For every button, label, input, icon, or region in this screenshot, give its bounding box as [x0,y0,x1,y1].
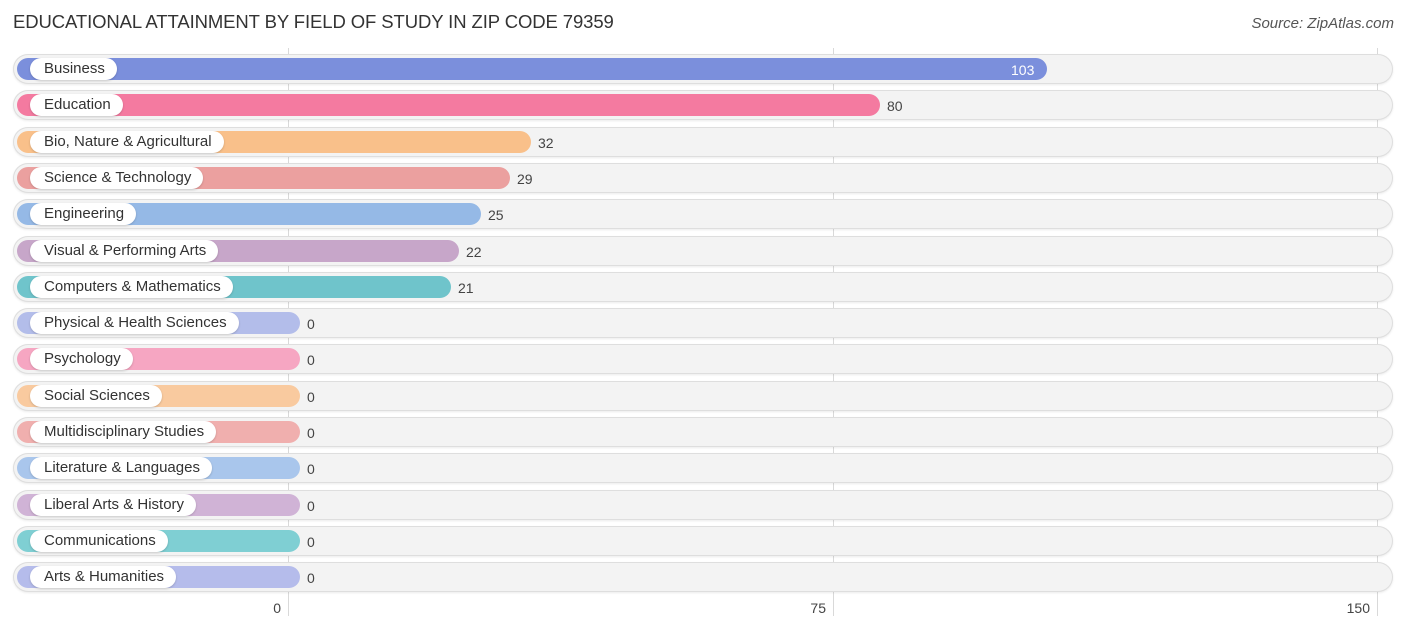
value-label: 0 [307,498,315,514]
category-label: Science & Technology [30,167,204,189]
value-label: 80 [887,98,903,114]
value-label: 0 [307,352,315,368]
bar[interactable] [17,58,1047,80]
value-label: 0 [307,425,315,441]
value-label: 25 [488,207,504,223]
category-label: Communications [30,530,168,552]
value-label: 103 [1011,62,1035,78]
value-label: 0 [307,534,315,550]
value-label: 32 [538,135,554,151]
category-label: Multidisciplinary Studies [30,421,217,443]
category-label: Bio, Nature & Agricultural [30,131,224,153]
value-label: 21 [458,280,474,296]
x-tick-label: 150 [1346,600,1370,616]
category-label: Psychology [30,348,133,370]
category-label: Visual & Performing Arts [30,240,219,262]
x-tick-label: 75 [810,600,826,616]
value-label: 0 [307,461,315,477]
value-label: 22 [466,244,482,260]
bar[interactable] [17,94,880,116]
category-label: Literature & Languages [30,457,212,479]
category-label: Arts & Humanities [30,566,177,588]
value-label: 0 [307,316,315,332]
category-label: Education [30,94,123,116]
category-label: Social Sciences [30,385,162,407]
x-tick-label: 0 [273,600,281,616]
bar-chart: 0 75 150 Business 103 Education 80 Bio, Nature … [0,0,1406,631]
value-label: 0 [307,570,315,586]
value-label: 0 [307,389,315,405]
category-label: Computers & Mathematics [30,276,233,298]
category-label: Business [30,58,117,80]
category-label: Liberal Arts & History [30,494,197,516]
category-label: Engineering [30,203,137,225]
category-label: Physical & Health Sciences [30,312,239,334]
value-label: 29 [517,171,533,187]
